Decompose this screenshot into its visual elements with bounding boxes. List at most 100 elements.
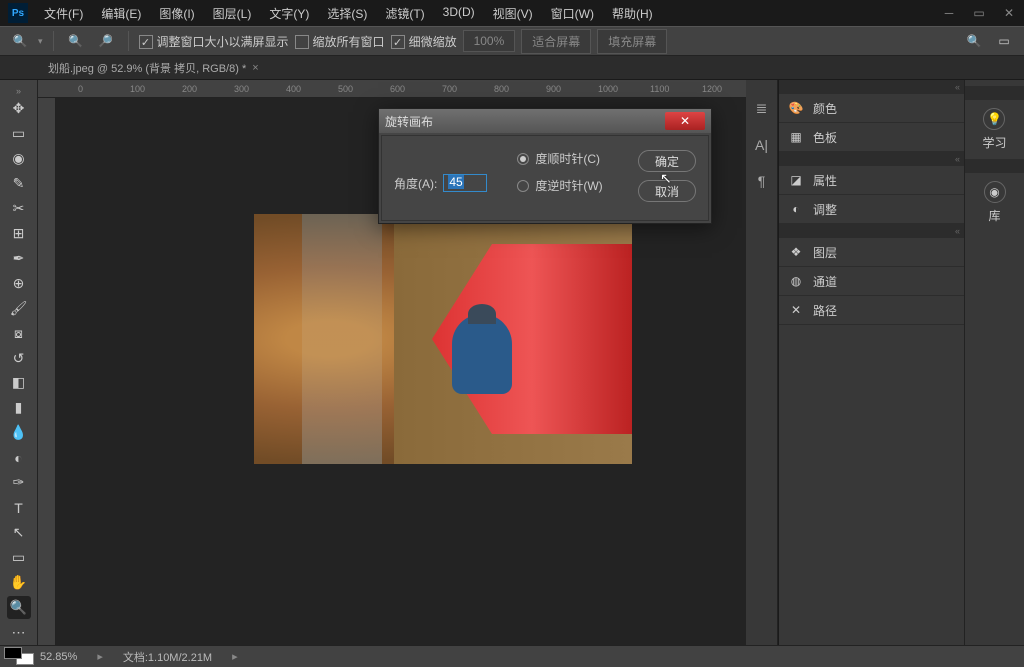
panel-header[interactable] xyxy=(965,86,1024,100)
spot-heal-tool-icon[interactable]: ⊕ xyxy=(7,272,31,295)
dropdown-icon[interactable]: ▾ xyxy=(38,36,43,47)
ruler-tick: 400 xyxy=(286,84,301,94)
panel-label: 学习 xyxy=(982,134,1006,151)
ccw-radio[interactable]: 度逆时针(W) xyxy=(517,177,602,194)
panel-group-header[interactable]: « xyxy=(779,80,964,94)
panel-group-header[interactable]: « xyxy=(779,152,964,166)
lightbulb-icon: 💡 xyxy=(983,108,1005,130)
menu-edit[interactable]: 编辑(E) xyxy=(93,2,149,25)
fg-swatch[interactable] xyxy=(4,647,22,659)
move-tool-icon[interactable]: ✥ xyxy=(7,97,31,120)
search-icon[interactable]: 🔍 xyxy=(962,29,986,53)
shape-tool-icon[interactable]: ▭ xyxy=(7,546,31,569)
quick-select-tool-icon[interactable]: ✎ xyxy=(7,172,31,195)
ruler-tick: 200 xyxy=(182,84,197,94)
learn-panel-button[interactable]: 💡 学习 xyxy=(982,108,1006,151)
menu-filter[interactable]: 滤镜(T) xyxy=(377,2,432,25)
fill-screen-button[interactable]: 填充屏幕 xyxy=(597,29,667,54)
angle-input[interactable]: 45 xyxy=(443,174,487,192)
status-info-arrow-icon[interactable]: ▸ xyxy=(97,650,103,663)
library-panel-button[interactable]: ◉ 库 xyxy=(984,181,1006,224)
dodge-tool-icon[interactable]: ◐ xyxy=(7,446,31,469)
minimize-icon[interactable]: ─ xyxy=(934,0,964,26)
dialog-titlebar[interactable]: 旋转画布 ✕ xyxy=(379,109,711,133)
menu-3d[interactable]: 3D(D) xyxy=(435,2,483,25)
gradient-tool-icon[interactable]: ▮ xyxy=(7,396,31,419)
fit-window-label: 调整窗口大小以满屏显示 xyxy=(157,35,289,49)
frame-tool-icon[interactable]: ⊞ xyxy=(7,222,31,245)
toolbar-collapse-icon[interactable]: » xyxy=(0,86,37,96)
zoom-tool-icon[interactable]: 🔍 xyxy=(7,596,31,619)
clone-stamp-tool-icon[interactable]: ⧇ xyxy=(7,322,31,345)
status-zoom[interactable]: 52.85% xyxy=(40,651,77,663)
panel-label: 库 xyxy=(988,207,1000,224)
history-brush-tool-icon[interactable]: ↺ xyxy=(7,347,31,370)
maximize-icon[interactable]: ▭ xyxy=(964,0,994,26)
paragraph-panel-icon[interactable]: A| xyxy=(755,137,768,153)
fit-window-checkbox[interactable]: 调整窗口大小以满屏显示 xyxy=(139,33,289,50)
document-tab[interactable]: 划船.jpeg @ 52.9% (背景 拷贝, RGB/8) * × xyxy=(38,56,269,79)
cancel-button[interactable]: 取消 xyxy=(638,180,696,202)
panel-group-header[interactable]: « xyxy=(779,224,964,238)
fine-zoom-checkbox[interactable]: 细微缩放 xyxy=(391,33,457,50)
close-icon[interactable]: ✕ xyxy=(994,0,1024,26)
fit-screen-button[interactable]: 适合屏幕 xyxy=(521,29,591,54)
horizontal-ruler[interactable]: 0 100 200 300 400 500 600 700 800 900 10… xyxy=(38,80,746,98)
zoom-out-icon[interactable]: 🔎 xyxy=(94,29,118,53)
ok-button[interactable]: 确定 xyxy=(638,150,696,172)
channels-panel-tab[interactable]: ◍通道 xyxy=(779,267,964,296)
angle-label: 角度(A): xyxy=(394,175,437,192)
panel-header[interactable] xyxy=(965,159,1024,173)
options-bar: 🔍 ▾ 🔍 🔎 调整窗口大小以满屏显示 缩放所有窗口 细微缩放 100% 适合屏… xyxy=(0,26,1024,56)
cw-radio[interactable]: 度顺时针(C) xyxy=(517,150,602,167)
glyphs-panel-icon[interactable]: ¶ xyxy=(758,173,766,189)
vertical-ruler[interactable] xyxy=(38,98,56,645)
zoom-in-icon[interactable]: 🔍 xyxy=(64,29,88,53)
hand-tool-icon[interactable]: ✋ xyxy=(7,571,31,594)
tools-panel: » ✥ ▭ ◉ ✎ ✂ ⊞ ✒ ⊕ 🖌 ⧇ ↺ ◧ ▮ 💧 ◐ ✑ T ↖ ▭ … xyxy=(0,80,38,645)
zoom-all-checkbox[interactable]: 缩放所有窗口 xyxy=(295,33,385,50)
color-panel-tab[interactable]: 🎨颜色 xyxy=(779,94,964,123)
menu-help[interactable]: 帮助(H) xyxy=(604,2,661,25)
panel-label: 路径 xyxy=(813,302,837,319)
menu-file[interactable]: 文件(F) xyxy=(36,2,91,25)
panel-label: 色板 xyxy=(813,129,837,146)
marquee-tool-icon[interactable]: ▭ xyxy=(7,122,31,145)
pen-tool-icon[interactable]: ✑ xyxy=(7,471,31,494)
lasso-tool-icon[interactable]: ◉ xyxy=(7,147,31,170)
dialog-close-button[interactable]: ✕ xyxy=(665,112,705,130)
edit-toolbar-icon[interactable]: ⋯ xyxy=(7,621,31,644)
status-doc-size[interactable]: 文档:1.10M/2.21M xyxy=(123,649,212,665)
swatches-panel-tab[interactable]: ▦色板 xyxy=(779,123,964,152)
ruler-tick: 100 xyxy=(130,84,145,94)
paths-panel-tab[interactable]: ✕路径 xyxy=(779,296,964,325)
status-arrow-icon[interactable]: ▸ xyxy=(232,650,238,663)
adjustments-panel-tab[interactable]: ◐调整 xyxy=(779,195,964,224)
eraser-tool-icon[interactable]: ◧ xyxy=(7,371,31,394)
blur-tool-icon[interactable]: 💧 xyxy=(7,421,31,444)
menu-view[interactable]: 视图(V) xyxy=(485,2,541,25)
dialog-title: 旋转画布 xyxy=(385,113,433,130)
ruler-tick: 600 xyxy=(390,84,405,94)
workspace-icon[interactable]: ▭ xyxy=(992,29,1016,53)
character-panel-icon[interactable]: ≣ xyxy=(756,100,768,117)
document-tab-close-icon[interactable]: × xyxy=(252,62,258,74)
crop-tool-icon[interactable]: ✂ xyxy=(7,197,31,220)
type-tool-icon[interactable]: T xyxy=(7,496,31,519)
menu-window[interactable]: 窗口(W) xyxy=(543,2,602,25)
layers-panel-tab[interactable]: ❖图层 xyxy=(779,238,964,267)
panel-label: 属性 xyxy=(813,172,837,189)
menu-select[interactable]: 选择(S) xyxy=(319,2,375,25)
menu-layer[interactable]: 图层(L) xyxy=(205,2,260,25)
ruler-tick: 1200 xyxy=(702,84,722,94)
brush-tool-icon[interactable]: 🖌 xyxy=(7,297,31,320)
menu-image[interactable]: 图像(I) xyxy=(151,2,202,25)
right-panels: « 🎨颜色 ▦色板 « ◪属性 ◐调整 « ❖图层 ◍通道 ✕路径 xyxy=(778,80,964,645)
color-swatch[interactable] xyxy=(4,647,34,665)
eyedropper-tool-icon[interactable]: ✒ xyxy=(7,247,31,270)
zoom-tool-preset-icon[interactable]: 🔍 xyxy=(8,29,32,53)
zoom-100-button[interactable]: 100% xyxy=(463,30,516,52)
path-select-tool-icon[interactable]: ↖ xyxy=(7,521,31,544)
menu-type[interactable]: 文字(Y) xyxy=(261,2,317,25)
properties-panel-tab[interactable]: ◪属性 xyxy=(779,166,964,195)
